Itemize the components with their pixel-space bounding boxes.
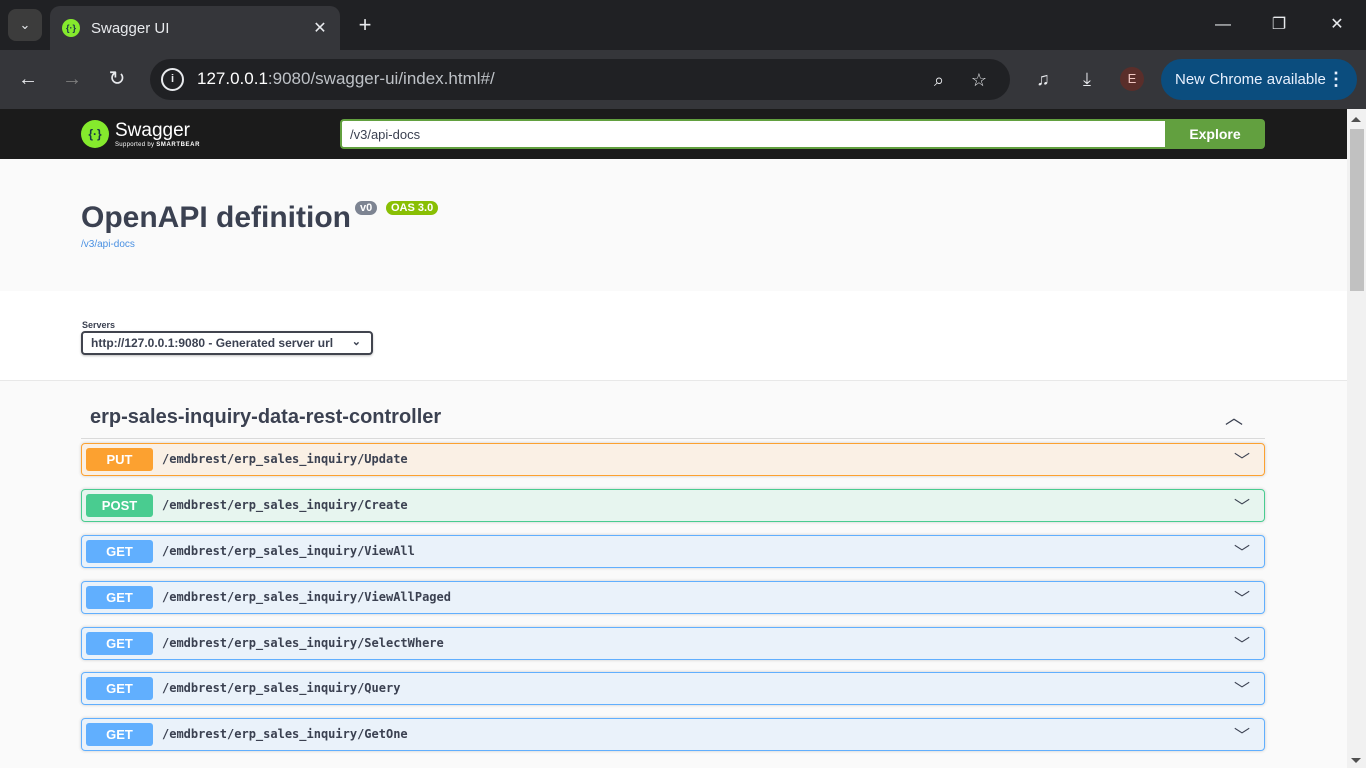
close-icon[interactable]: ✕: [310, 18, 330, 38]
servers-label: Servers: [82, 320, 116, 330]
method-badge: GET: [86, 540, 153, 563]
operation-path: /emdbrest/erp_sales_inquiry/ViewAllPaged: [162, 590, 451, 604]
page-title: OpenAPI definition: [81, 201, 351, 234]
operation-path: /emdbrest/erp_sales_inquiry/GetOne: [162, 727, 408, 741]
version-badge: v0: [355, 201, 378, 215]
window-close-icon[interactable]: ✕: [1324, 12, 1350, 38]
chevron-down-icon[interactable]: ﹀: [1234, 722, 1250, 746]
opblock-put-update[interactable]: PUT /emdbrest/erp_sales_inquiry/Update ﹀: [81, 443, 1265, 476]
servers-section: Servers http://127.0.0.1:9080 - Generate…: [0, 291, 1347, 381]
page-scrollbar[interactable]: [1347, 109, 1366, 768]
chevron-down-icon[interactable]: ﹀: [1234, 631, 1250, 655]
chevron-down-icon[interactable]: ﹀: [1234, 539, 1250, 563]
swagger-favicon-icon: {·}: [62, 19, 80, 37]
address-bar[interactable]: i 127.0.0.1:9080/swagger-ui/index.html#/…: [150, 59, 1010, 100]
chrome-update-label: New Chrome available: [1175, 71, 1326, 88]
explore-button[interactable]: Explore: [1165, 119, 1265, 149]
minimize-icon[interactable]: —: [1210, 12, 1236, 38]
chevron-down-icon[interactable]: ﹀: [1234, 493, 1250, 517]
chrome-update-button[interactable]: New Chrome available ⋮: [1161, 59, 1357, 100]
tag-header[interactable]: erp-sales-inquiry-data-rest-controller ︿: [81, 403, 1265, 439]
swagger-logo[interactable]: {·} Swagger Supported by SMARTBEAR: [81, 117, 200, 151]
server-select[interactable]: http://127.0.0.1:9080 - Generated server…: [81, 331, 373, 355]
operations-section: erp-sales-inquiry-data-rest-controller ︿…: [0, 381, 1347, 768]
download-icon[interactable]: ⤓: [1072, 64, 1102, 94]
opblock-get-getone[interactable]: GET /emdbrest/erp_sales_inquiry/GetOne ﹀: [81, 718, 1265, 751]
swagger-logo-icon: {·}: [81, 120, 109, 148]
profile-avatar[interactable]: E: [1120, 67, 1144, 91]
operation-path: /emdbrest/erp_sales_inquiry/Update: [162, 452, 408, 466]
restore-icon[interactable]: ❐: [1266, 12, 1292, 38]
spec-link[interactable]: /v3/api-docs: [81, 239, 135, 250]
tag-name: erp-sales-inquiry-data-rest-controller: [90, 406, 442, 428]
logo-name: Swagger: [115, 119, 190, 141]
tab-search-icon[interactable]: ⌄: [8, 9, 42, 41]
oas-badge: OAS 3.0: [386, 201, 439, 215]
opblock-get-viewall[interactable]: GET /emdbrest/erp_sales_inquiry/ViewAll …: [81, 535, 1265, 568]
server-selected-value: http://127.0.0.1:9080 - Generated server…: [91, 336, 334, 350]
media-icon[interactable]: ♫: [1028, 64, 1058, 94]
operation-path: /emdbrest/erp_sales_inquiry/ViewAll: [162, 544, 415, 558]
chevron-down-icon[interactable]: ﹀: [1234, 447, 1250, 471]
method-badge: GET: [86, 632, 153, 655]
browser-tab[interactable]: {·} Swagger UI ✕: [50, 6, 340, 50]
chevron-down-icon: ⌄: [351, 336, 361, 348]
star-icon[interactable]: ☆: [966, 67, 992, 93]
opblock-get-viewallpaged[interactable]: GET /emdbrest/erp_sales_inquiry/ViewAllP…: [81, 581, 1265, 614]
logo-subtitle: Supported by SMARTBEAR: [115, 141, 200, 148]
browser-toolbar: ← → ↻ i 127.0.0.1:9080/swagger-ui/index.…: [0, 50, 1366, 109]
tab-title: Swagger UI: [91, 19, 170, 37]
menu-dots-icon[interactable]: ⋮: [1327, 59, 1345, 100]
operation-path: /emdbrest/erp_sales_inquiry/Query: [162, 681, 401, 695]
operation-path: /emdbrest/erp_sales_inquiry/Create: [162, 498, 408, 512]
chevron-up-icon[interactable]: ︿: [1225, 404, 1243, 430]
opblock-get-selectwhere[interactable]: GET /emdbrest/erp_sales_inquiry/SelectWh…: [81, 627, 1265, 660]
operation-path: /emdbrest/erp_sales_inquiry/SelectWhere: [162, 636, 444, 650]
scroll-up-arrow[interactable]: [1351, 117, 1361, 122]
forward-arrow-icon: →: [62, 68, 82, 90]
spec-url-input[interactable]: [340, 119, 1166, 149]
scroll-down-arrow[interactable]: [1351, 758, 1361, 763]
plus-icon[interactable]: +: [352, 12, 378, 38]
back-arrow-icon[interactable]: ←: [13, 64, 43, 94]
method-badge: GET: [86, 723, 153, 746]
reload-icon[interactable]: ↻: [102, 64, 132, 94]
opblock-post-create[interactable]: POST /emdbrest/erp_sales_inquiry/Create …: [81, 489, 1265, 522]
method-badge: GET: [86, 586, 153, 609]
opblock-get-query[interactable]: GET /emdbrest/erp_sales_inquiry/Query ﹀: [81, 672, 1265, 705]
swagger-topbar: {·} Swagger Supported by SMARTBEAR Explo…: [0, 109, 1347, 159]
method-badge: PUT: [86, 448, 153, 471]
method-badge: POST: [86, 494, 153, 517]
page-viewport: {·} Swagger Supported by SMARTBEAR Explo…: [0, 109, 1366, 768]
zoom-icon[interactable]: ⌕: [926, 67, 952, 93]
scroll-thumb[interactable]: [1350, 129, 1364, 291]
chevron-down-icon[interactable]: ﹀: [1234, 676, 1250, 700]
browser-tab-strip: ⌄ {·} Swagger UI ✕ + — ❐ ✕: [0, 0, 1366, 50]
api-info: OpenAPI definition v0 OAS 3.0: [0, 159, 1347, 291]
method-badge: GET: [86, 677, 153, 700]
site-info-icon[interactable]: i: [161, 68, 184, 91]
chevron-down-icon[interactable]: ﹀: [1234, 585, 1250, 609]
address-url[interactable]: 127.0.0.1:9080/swagger-ui/index.html#/: [197, 69, 495, 89]
